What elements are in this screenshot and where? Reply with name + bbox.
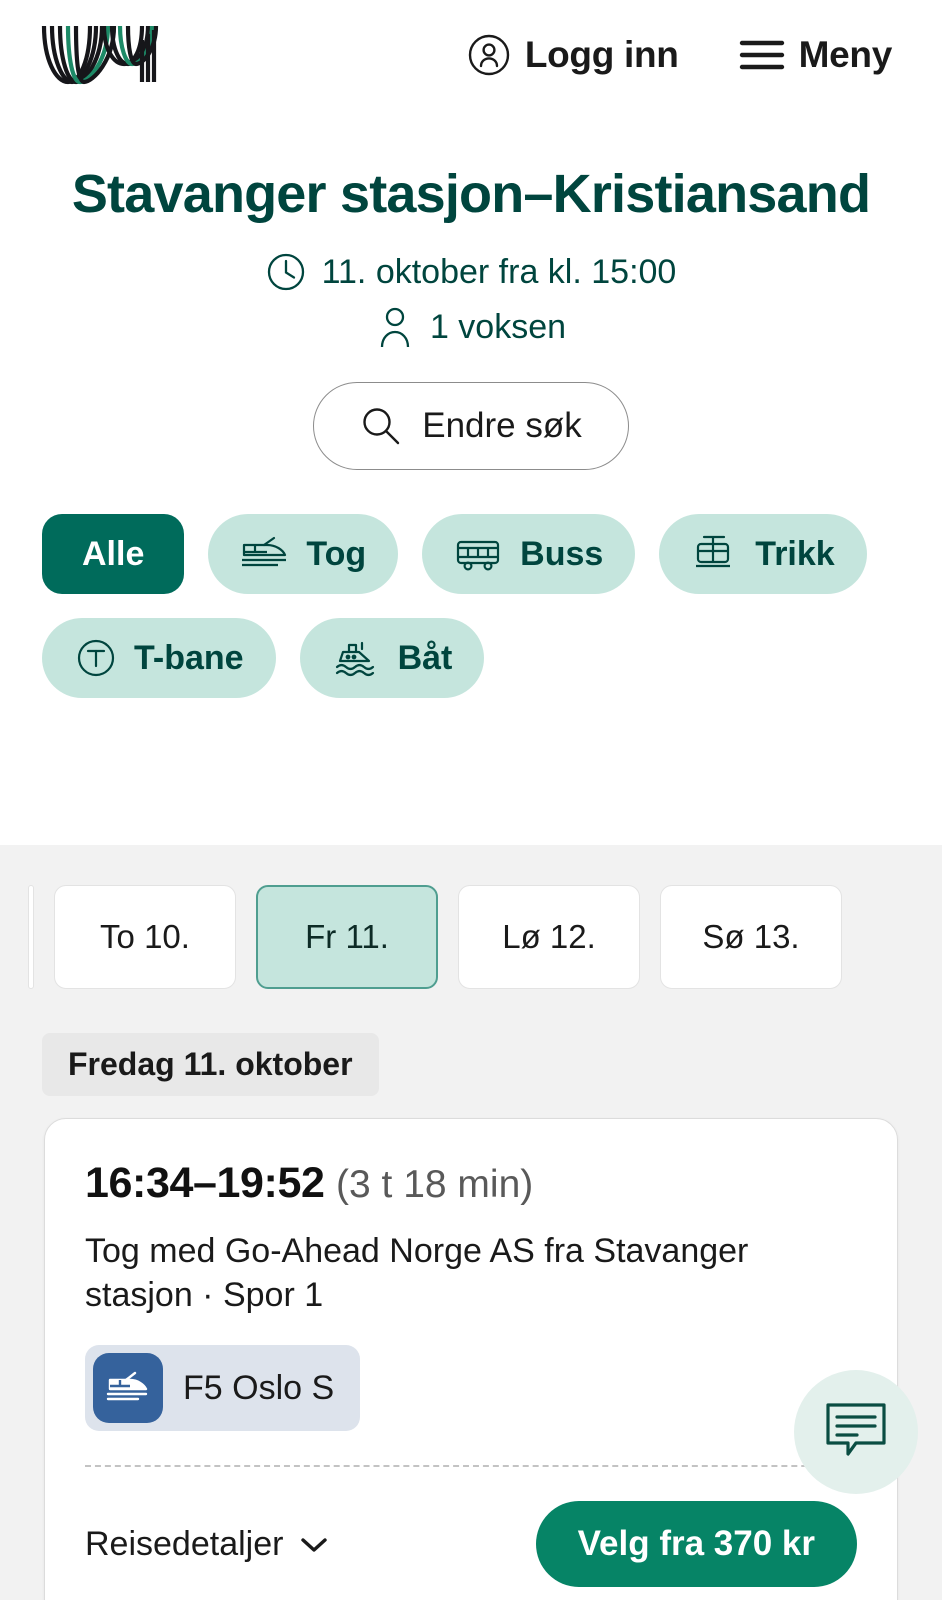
date-tab-so-13[interactable]: Sø 13. <box>660 885 842 989</box>
user-circle-icon <box>467 33 511 77</box>
edit-search-label: Endre søk <box>422 406 582 446</box>
train-icon <box>240 535 290 573</box>
train-icon <box>93 1353 163 1424</box>
date-tab-fr-11[interactable]: Fr 11. <box>256 885 438 989</box>
mode-filter-t-bane[interactable]: T-bane <box>42 618 276 699</box>
results-panel: To 10. Fr 11. Lø 12. Sø 13. Fredag 11. o… <box>0 845 942 1600</box>
journey-details-toggle[interactable]: Reisedetaljer <box>85 1525 329 1564</box>
person-icon <box>376 306 414 348</box>
edit-search-button[interactable]: Endre søk <box>313 382 629 471</box>
traveller-row: 1 voksen <box>60 306 882 348</box>
journey-card[interactable]: 16:34–19:52 (3 t 18 min) Tog med Go-Ahea… <box>44 1118 898 1600</box>
journey-duration: (3 t 18 min) <box>336 1163 534 1206</box>
app-root: Logg inn Meny Stavanger stasjon–Kristian… <box>0 0 942 1600</box>
date-tab-lo-12[interactable]: Lø 12. <box>458 885 640 989</box>
tram-icon <box>691 534 739 574</box>
mode-filter-tog[interactable]: Tog <box>208 514 399 595</box>
chat-bubble-icon <box>823 1400 889 1465</box>
date-tab-to-10[interactable]: To 10. <box>54 885 236 989</box>
date-tab-list[interactable]: To 10. Fr 11. Lø 12. Sø 13. <box>0 845 942 989</box>
mode-filter-label: Buss <box>520 534 604 573</box>
mode-filter-trikk[interactable]: Trikk <box>659 514 867 595</box>
clock-icon <box>266 252 306 292</box>
hamburger-icon <box>739 38 785 72</box>
date-tab-label: Lø 12. <box>502 918 596 955</box>
journey-description: Tog med Go-Ahead Norge AS fra Stavanger … <box>85 1232 749 1314</box>
chat-support-button[interactable] <box>794 1370 918 1494</box>
page-title: Stavanger stasjon–Kristiansand <box>71 164 871 224</box>
mode-filter-list: Alle Tog Buss Trikk T-bane Båt <box>0 470 942 699</box>
search-icon <box>360 405 402 447</box>
journey-line-label: F5 Oslo S <box>183 1368 335 1407</box>
mode-filter-label: Trikk <box>755 534 835 573</box>
mode-filter-alle[interactable]: Alle <box>42 514 185 595</box>
login-label: Logg inn <box>524 34 679 75</box>
mode-filter-label: Alle <box>82 534 145 573</box>
vy-logo[interactable] <box>34 20 164 90</box>
login-button[interactable]: Logg inn <box>467 33 679 77</box>
mode-filter-label: T-bane <box>134 638 244 677</box>
departure-time-text: 11. oktober fra kl. 15:00 <box>321 252 677 291</box>
mode-filter-buss[interactable]: Buss <box>422 514 636 595</box>
bus-icon <box>454 535 504 573</box>
traveller-text: 1 voksen <box>429 307 567 346</box>
menu-button[interactable]: Meny <box>739 34 892 76</box>
mode-filter-label: Tog <box>306 534 367 573</box>
journey-line-badge: F5 Oslo S <box>85 1345 361 1432</box>
journey-details-label: Reisedetaljer <box>85 1524 284 1563</box>
mode-filter-bat[interactable]: Båt <box>299 618 485 699</box>
boat-icon <box>332 637 382 679</box>
journey-times: 16:34–19:52 <box>85 1159 325 1207</box>
card-divider <box>85 1465 857 1468</box>
select-journey-button[interactable]: Velg fra 370 kr <box>535 1501 857 1588</box>
mode-filter-label: Båt <box>397 638 453 677</box>
date-tab-previous-partial[interactable] <box>28 885 34 989</box>
journey-card-footer: Reisedetaljer Velg fra 370 kr <box>85 1501 857 1588</box>
chevron-down-icon <box>299 1525 329 1564</box>
departure-time-row: 11. oktober fra kl. 15:00 <box>60 252 882 292</box>
date-tab-label: Fr 11. <box>305 918 389 955</box>
edit-search-wrap: Endre søk <box>60 382 882 471</box>
search-summary: Stavanger stasjon–Kristiansand 11. oktob… <box>0 110 942 471</box>
metro-icon <box>74 636 118 680</box>
journey-time-row: 16:34–19:52 (3 t 18 min) <box>85 1159 857 1208</box>
menu-label: Meny <box>798 34 893 75</box>
date-tab-label: To 10. <box>100 918 190 955</box>
day-header: Fredag 11. oktober <box>42 1033 379 1096</box>
date-tab-label: Sø 13. <box>702 918 800 955</box>
site-header: Logg inn Meny <box>0 0 942 110</box>
